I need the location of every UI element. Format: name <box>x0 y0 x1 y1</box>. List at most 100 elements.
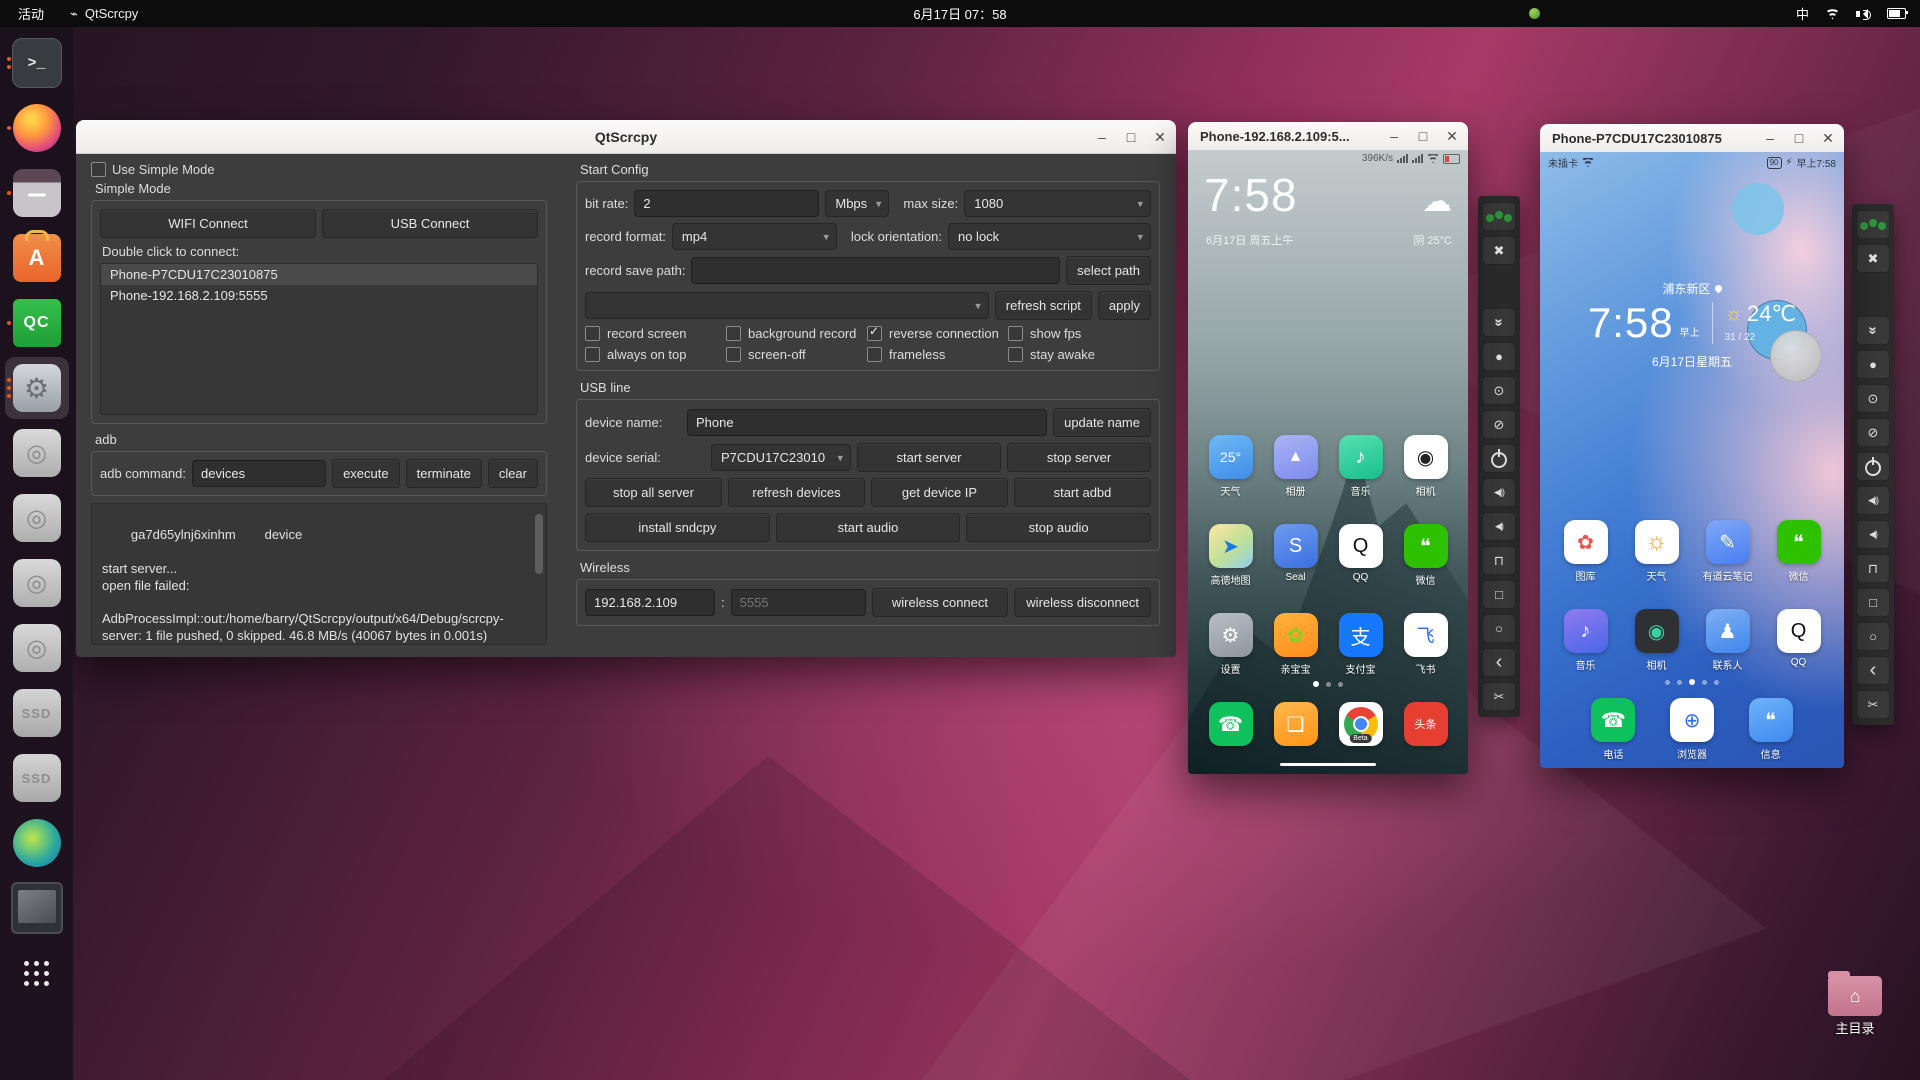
disk-drive-4[interactable]: ◎ <box>5 617 69 679</box>
bit-rate-unit-select[interactable]: Mbps <box>825 190 890 217</box>
audio-action-button[interactable]: start audio <box>775 513 961 542</box>
ssd-drive-2[interactable]: SSD <box>5 747 69 809</box>
apply-button[interactable]: apply <box>1097 291 1151 320</box>
app-icon[interactable]: ❝ 微信 <box>1403 524 1448 587</box>
execute-button[interactable]: execute <box>332 459 400 488</box>
dock-app-icon[interactable]: ☎ <box>1208 702 1253 746</box>
wireless-connect-button[interactable]: wireless connect <box>871 588 1009 617</box>
dock-app-icon[interactable]: ❝ 信息 <box>1748 698 1793 761</box>
expand-collapse-button[interactable]: » <box>1482 308 1516 337</box>
audio-action-button[interactable]: install sndcpy <box>585 513 770 542</box>
config-checkbox[interactable]: stay awake <box>1008 347 1149 362</box>
home-button[interactable]: ○ <box>1482 614 1516 643</box>
app-icon-tile[interactable]: S <box>1273 524 1318 568</box>
menu-button[interactable]: □ <box>1482 580 1516 609</box>
gparted[interactable] <box>5 812 69 874</box>
usb-action-button[interactable]: get device IP <box>871 478 1008 507</box>
dock-app-icon[interactable]: 头条 <box>1403 702 1448 746</box>
app-icon-tile[interactable]: ⊕ <box>1669 698 1714 742</box>
disk-drive-2[interactable]: ◎ <box>5 487 69 549</box>
config-checkbox[interactable]: screen-off <box>726 347 867 362</box>
app-icon[interactable]: 飞 飞书 <box>1403 613 1448 676</box>
config-checkbox[interactable]: background record <box>726 326 867 341</box>
app-icon[interactable]: ◉ 相机 <box>1634 609 1679 672</box>
app-icon-tile[interactable]: Q <box>1338 524 1383 568</box>
phone1-screen[interactable]: 396K/s 7:58 ☁ 6月17日 周五上午 阴 25°C 25° 天气 ▲… <box>1188 150 1468 774</box>
app-icon-tile[interactable]: ▲ <box>1273 435 1318 479</box>
app-icon[interactable]: S Seal <box>1273 524 1318 587</box>
menu-button[interactable]: □ <box>1856 588 1890 617</box>
app-icon-tile[interactable]: ❝ <box>1776 520 1821 564</box>
config-checkbox[interactable]: record screen <box>585 326 726 341</box>
maximize-button[interactable]: □ <box>1415 129 1431 143</box>
volume-up-button[interactable]: ◀)) <box>1856 486 1890 515</box>
phone2-titlebar[interactable]: Phone-P7CDU17C23010875 – □ ✕ <box>1540 124 1844 153</box>
disk-drive-3[interactable]: ◎ <box>5 552 69 614</box>
input-method-indicator[interactable]: 中 <box>1796 4 1809 23</box>
fullscreen-button[interactable]: ✖ <box>1482 236 1516 265</box>
minimize-button[interactable]: – <box>1386 129 1402 143</box>
app-icon-tile[interactable]: ➤ <box>1208 524 1253 568</box>
qtcreator[interactable]: QC <box>5 292 69 354</box>
screen-on-button[interactable]: ⊙ <box>1482 376 1516 405</box>
home-indicator-bar[interactable] <box>1280 763 1376 766</box>
app-icon[interactable]: ✎ 有道云笔记 <box>1703 520 1753 583</box>
screen-off-button[interactable]: ⊘ <box>1856 418 1890 447</box>
show-applications[interactable] <box>5 942 69 1004</box>
app-icon-tile[interactable]: ✿ <box>1563 520 1608 564</box>
files[interactable] <box>5 162 69 224</box>
power-button[interactable] <box>1482 444 1516 473</box>
checkbox-box[interactable] <box>1008 326 1023 341</box>
checkbox-box[interactable] <box>867 324 882 341</box>
app-icon-tile[interactable]: ✎ <box>1705 520 1750 564</box>
app-icon[interactable]: ❝ 微信 <box>1776 520 1821 583</box>
clear-button[interactable]: clear <box>487 459 538 488</box>
adb-log-output[interactable]: ga7d65ylnj6xinhm device start server... … <box>91 503 547 645</box>
max-size-select[interactable]: 1080 <box>964 190 1151 217</box>
battery-icon[interactable] <box>1887 8 1908 19</box>
dock-app-icon[interactable]: ❏ <box>1273 702 1318 746</box>
app-icon[interactable]: ▲ 相册 <box>1273 435 1318 498</box>
disk-drive-1[interactable]: ◎ <box>5 422 69 484</box>
group-control-button[interactable] <box>1482 202 1516 231</box>
app-switch-button[interactable]: ⊓ <box>1482 546 1516 575</box>
app-icon-tile[interactable]: ♪ <box>1338 435 1383 479</box>
device-name-input[interactable] <box>687 409 1048 436</box>
app-icon-tile[interactable]: Beta <box>1338 702 1383 746</box>
app-icon[interactable]: ⚙ 设置 <box>1208 613 1253 676</box>
usb-connect-button[interactable]: USB Connect <box>322 209 538 238</box>
lock-orientation-select[interactable]: no lock <box>947 223 1151 250</box>
app-icon[interactable]: ◉ 相机 <box>1403 435 1448 498</box>
adb-command-input[interactable] <box>192 460 327 487</box>
app-icon[interactable]: ✿ 图库 <box>1563 520 1608 583</box>
usb-action-button[interactable]: refresh devices <box>728 478 865 507</box>
script-select[interactable] <box>585 292 989 319</box>
log-scrollbar[interactable] <box>535 514 543 574</box>
volume-up-button[interactable]: ◀)) <box>1482 478 1516 507</box>
app-icon-tile[interactable]: Q <box>1776 609 1821 653</box>
config-checkbox[interactable]: reverse connection <box>867 324 1008 341</box>
checkbox-box[interactable] <box>585 347 600 362</box>
device-list[interactable]: Phone-P7CDU17C23010875 Phone-192.168.2.1… <box>100 263 538 415</box>
ubuntu-software[interactable]: A <box>5 227 69 289</box>
wifi-icon[interactable] <box>1825 7 1840 20</box>
app-icon-tile[interactable]: ⚙ <box>1208 613 1253 657</box>
app-icon-tile[interactable]: ◉ <box>1403 435 1448 479</box>
app-icon[interactable]: ☼ 天气 <box>1634 520 1679 583</box>
home-button[interactable]: ○ <box>1856 622 1890 651</box>
back-button[interactable]: ‹ <box>1482 648 1516 677</box>
app-icon-tile[interactable]: 飞 <box>1403 613 1448 657</box>
checkbox-box[interactable] <box>585 326 600 341</box>
record-format-select[interactable]: mp4 <box>671 223 837 250</box>
app-icon-tile[interactable]: 25° <box>1208 435 1253 479</box>
expand-collapse-button[interactable]: » <box>1856 316 1890 345</box>
window-titlebar[interactable]: QtScrcpy – □ ✕ <box>76 120 1176 154</box>
touch-toggle-button[interactable]: ● <box>1856 350 1890 379</box>
device-serial-select[interactable]: P7CDU17C23010 <box>711 444 851 471</box>
wireless-port-input[interactable] <box>730 589 866 616</box>
app-icon-tile[interactable]: ❝ <box>1748 698 1793 742</box>
app-icon[interactable]: Q QQ <box>1338 524 1383 587</box>
terminate-button[interactable]: terminate <box>405 459 482 488</box>
screen-off-button[interactable]: ⊘ <box>1482 410 1516 439</box>
app-icon-tile[interactable]: ❝ <box>1403 524 1448 568</box>
